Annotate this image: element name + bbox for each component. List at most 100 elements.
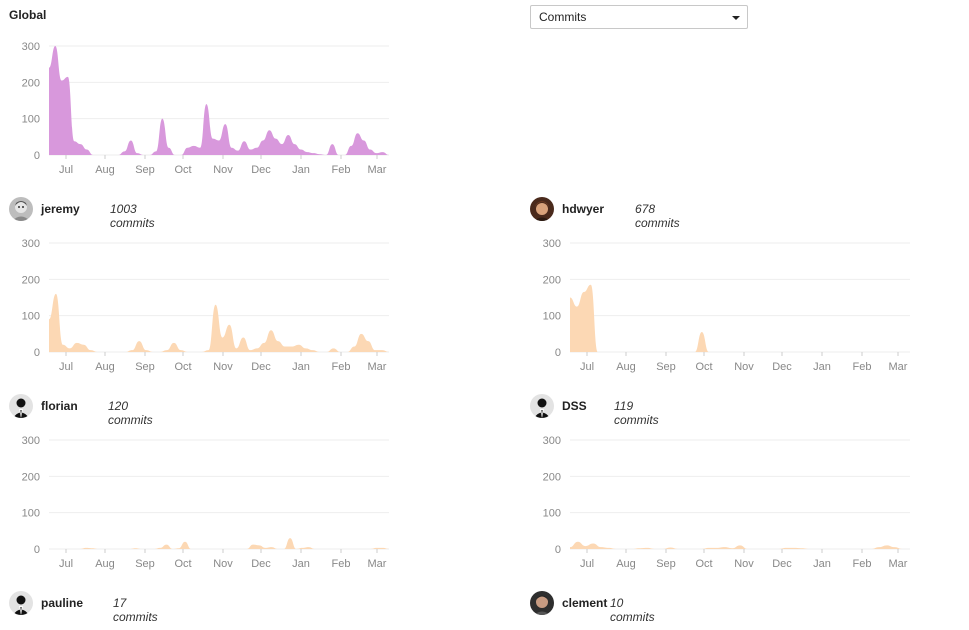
x-tick-label: Mar	[368, 558, 387, 570]
x-tick-label: Sep	[135, 164, 155, 176]
jeremy-chart: 0 100 200 300 Jul Aug Sep Oct Nov Dec Jan Feb Mar	[22, 238, 389, 373]
x-tick-label: Oct	[174, 558, 191, 570]
contributor-florian[interactable]: florian 120 commits	[9, 394, 153, 427]
x-tick-label: Oct	[695, 361, 712, 373]
y-tick-label: 0	[34, 150, 40, 162]
contributor-pauline[interactable]: pauline 17 commits	[9, 591, 158, 624]
x-tick-label: Aug	[95, 164, 115, 176]
series-area	[570, 284, 910, 352]
y-tick-label: 200	[543, 471, 561, 483]
x-tick-label: Dec	[772, 361, 792, 373]
x-tick-label: Jul	[59, 164, 73, 176]
contributor-dss[interactable]: DSS 119 commits	[530, 394, 659, 427]
x-tick-label: Jul	[580, 361, 594, 373]
x-tick-label: Nov	[213, 558, 233, 570]
y-tick-label: 300	[22, 238, 40, 250]
x-tick-label: Oct	[174, 361, 191, 373]
x-tick-label: Aug	[616, 361, 636, 373]
dss-chart: 0 100 200 300 Jul Aug Sep Oct Nov Dec Jan Feb Mar	[543, 435, 910, 570]
x-tick-label: Sep	[135, 361, 155, 373]
x-tick-label: Nov	[734, 361, 754, 373]
commit-count: 119 commits	[614, 399, 659, 427]
commit-count: 17 commits	[113, 596, 158, 624]
x-tick-label: Jul	[59, 558, 73, 570]
y-tick-label: 200	[22, 471, 40, 483]
x-tick-label: Dec	[251, 164, 271, 176]
series-area	[49, 538, 389, 549]
y-tick-label: 300	[22, 435, 40, 447]
y-tick-label: 0	[555, 347, 561, 359]
contributor-clement[interactable]: clement 10 commits	[530, 591, 655, 624]
x-tick-label: Jan	[813, 361, 831, 373]
y-tick-label: 300	[22, 41, 40, 53]
y-tick-label: 0	[34, 347, 40, 359]
global-title: Global	[9, 8, 47, 22]
x-tick-label: Aug	[616, 558, 636, 570]
x-tick-label: Mar	[368, 164, 387, 176]
user-name: clement	[562, 596, 608, 610]
y-tick-label: 0	[34, 544, 40, 556]
x-tick-label: Oct	[695, 558, 712, 570]
x-tick-label: Feb	[332, 361, 351, 373]
hdwyer-chart: 0 100 200 300 Jul Aug Sep Oct Nov Dec Jan Feb Mar	[543, 238, 910, 373]
y-tick-label: 100	[543, 508, 561, 520]
x-tick-label: Mar	[889, 361, 908, 373]
x-tick-label: Sep	[135, 558, 155, 570]
x-tick-label: Feb	[332, 164, 351, 176]
series-area	[570, 541, 910, 549]
metric-select[interactable]: Commits	[530, 5, 748, 29]
x-tick-label: Aug	[95, 558, 115, 570]
avatar	[9, 197, 33, 221]
series-area	[49, 46, 389, 155]
contributor-jeremy[interactable]: jeremy 1003 commits	[9, 197, 155, 230]
avatar	[530, 394, 554, 418]
x-tick-label: Sep	[656, 361, 676, 373]
x-tick-label: Jan	[813, 558, 831, 570]
avatar	[530, 591, 554, 615]
x-tick-label: Aug	[95, 361, 115, 373]
x-tick-label: Jan	[292, 164, 310, 176]
contributor-hdwyer[interactable]: hdwyer 678 commits	[530, 197, 680, 230]
commit-count: 678 commits	[635, 202, 680, 230]
x-tick-label: Dec	[251, 361, 271, 373]
user-name: DSS	[562, 399, 587, 413]
x-tick-label: Nov	[734, 558, 754, 570]
commit-count: 10 commits	[610, 596, 655, 624]
global-chart: 0 100 200 300 Jul Aug Sep Oct Nov Dec Jan Feb Mar	[22, 41, 389, 176]
user-name: hdwyer	[562, 202, 605, 216]
y-tick-label: 100	[22, 311, 40, 323]
metric-select-value: Commits	[539, 10, 587, 24]
x-tick-label: Dec	[772, 558, 792, 570]
user-name: pauline	[41, 596, 84, 610]
avatar	[530, 197, 554, 221]
x-tick-label: Nov	[213, 361, 233, 373]
x-tick-label: Feb	[853, 558, 872, 570]
x-tick-label: Jan	[292, 558, 310, 570]
y-tick-label: 0	[555, 544, 561, 556]
y-tick-label: 100	[543, 311, 561, 323]
x-tick-label: Nov	[213, 164, 233, 176]
avatar	[9, 394, 33, 418]
user-name: jeremy	[41, 202, 80, 216]
y-tick-label: 100	[22, 508, 40, 520]
commit-count: 1003 commits	[110, 202, 155, 230]
x-tick-label: Dec	[251, 558, 271, 570]
user-name: florian	[41, 399, 78, 413]
x-tick-label: Oct	[174, 164, 191, 176]
x-tick-label: Feb	[853, 361, 872, 373]
x-tick-label: Jul	[580, 558, 594, 570]
y-tick-label: 300	[543, 435, 561, 447]
x-tick-label: Sep	[656, 558, 676, 570]
y-tick-label: 200	[543, 274, 561, 286]
y-tick-label: 300	[543, 238, 561, 250]
y-tick-label: 200	[22, 274, 40, 286]
x-tick-label: Feb	[332, 558, 351, 570]
x-tick-label: Jan	[292, 361, 310, 373]
commit-count: 120 commits	[108, 399, 153, 427]
x-tick-label: Mar	[368, 361, 387, 373]
florian-chart: 0 100 200 300 Jul Aug Sep Oct Nov Dec Jan Feb Mar	[22, 435, 389, 570]
y-tick-label: 200	[22, 77, 40, 89]
series-area	[49, 293, 389, 352]
avatar	[9, 591, 33, 615]
y-tick-label: 100	[22, 114, 40, 126]
